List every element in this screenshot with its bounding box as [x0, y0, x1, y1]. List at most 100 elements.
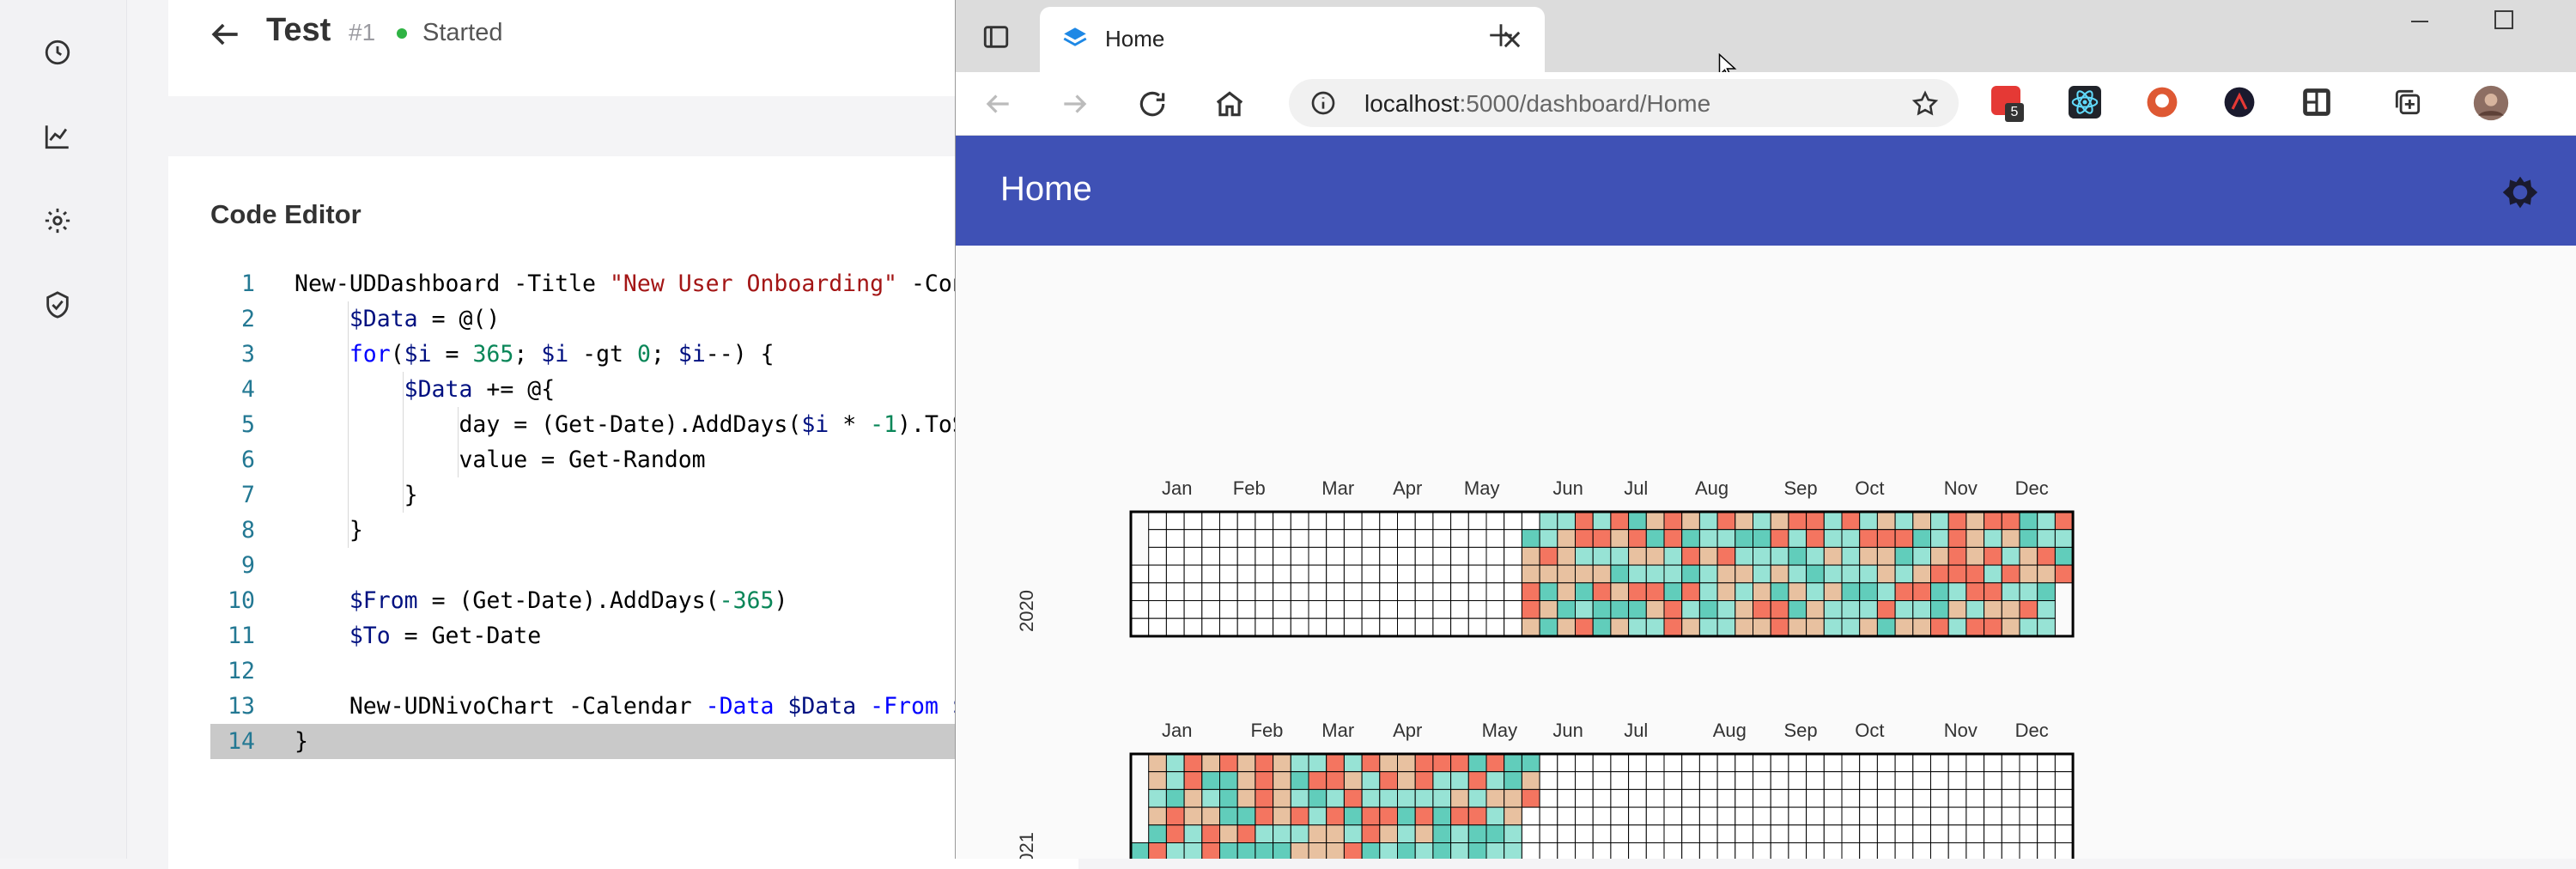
back-icon[interactable]: [981, 88, 1014, 125]
calendar-day-cell: [1290, 806, 1309, 826]
calendar-day-cell: [1201, 617, 1220, 637]
extension-dark-icon[interactable]: [2223, 86, 2256, 123]
calendar-day-cell: [1219, 546, 1238, 566]
calendar-day-cell: [1183, 617, 1203, 637]
tab-actions-icon[interactable]: [981, 22, 1011, 56]
code-line[interactable]: 13 New-UDNivoChart -Calendar -Data $Data…: [210, 689, 1033, 724]
calendar-day-cell: [1148, 564, 1167, 584]
code-line[interactable]: 11 $To = Get-Date: [210, 618, 1033, 653]
calendar-day-cell: [1557, 617, 1576, 637]
calendar-day-cell: [1788, 600, 1807, 619]
code-line[interactable]: 3 for($i = 365; $i -gt 0; $i--) {: [210, 337, 1033, 372]
shield-check-icon[interactable]: [38, 285, 77, 325]
extension-grid-icon[interactable]: [2300, 86, 2333, 123]
calendar-day-cell: [1753, 771, 1771, 790]
home-icon[interactable]: [1213, 88, 1246, 125]
calendar-day-cell: [1201, 564, 1220, 584]
calendar-day-cell: [1130, 582, 1150, 601]
calendar-day-cell: [2001, 824, 2020, 843]
favorite-add-icon[interactable]: [1911, 89, 1940, 123]
calendar-day-cell: [1521, 824, 1540, 843]
calendar-day-cell: [1930, 788, 1949, 808]
duckduckgo-icon[interactable]: [2146, 86, 2178, 123]
code-editor[interactable]: 1 New-UDDashboard -Title "New User Onboar…: [210, 266, 1033, 764]
code-line[interactable]: 4 $Data += @{: [210, 372, 1033, 407]
site-favicon-icon: [1060, 24, 1090, 58]
calendar-day-cell: [1984, 771, 2002, 790]
calendar-day-cell: [1361, 600, 1381, 619]
calendar-day-cell: [1255, 564, 1274, 584]
code-line[interactable]: 12: [210, 653, 1033, 689]
calendar-day-cell: [1539, 564, 1558, 584]
calendar-day-cell: [1290, 529, 1309, 548]
code-line[interactable]: 2 $Data = @(): [210, 301, 1033, 337]
calendar-day-cell: [1450, 771, 1469, 790]
calendar-day-cell: [1930, 617, 1949, 637]
calendar-day-cell: [1397, 842, 1416, 861]
code-line[interactable]: 9: [210, 548, 1033, 583]
back-arrow-icon[interactable]: [206, 15, 244, 53]
settings-icon[interactable]: [38, 201, 77, 240]
collections-icon[interactable]: [2391, 86, 2424, 123]
indent-guide: [458, 407, 459, 477]
calendar-day-cell: [2054, 842, 2074, 861]
code-line[interactable]: 1 New-UDDashboard -Title "New User Onboar…: [210, 266, 1033, 301]
calendar-day-cell: [1255, 600, 1274, 619]
month-label: Nov: [1944, 477, 1978, 499]
calendar-day-cell: [1255, 511, 1274, 531]
calendar-day-cell: [2019, 842, 2038, 861]
history-icon[interactable]: [38, 33, 77, 72]
calendar-day-cell: [1984, 511, 2002, 531]
new-tab-icon[interactable]: [1486, 21, 1516, 54]
forward-icon[interactable]: [1059, 88, 1091, 125]
code-line[interactable]: 6 value = Get-Random: [210, 442, 1033, 477]
calendar-day-cell: [1361, 617, 1381, 637]
tab-title: Home: [1105, 26, 1165, 52]
address-bar[interactable]: localhost:5000/dashboard/Home: [1289, 79, 1959, 127]
theme-toggle-icon[interactable]: [2501, 173, 2539, 216]
month-label: Mar: [1321, 477, 1354, 499]
calendar-day-cell: [1183, 511, 1203, 531]
react-devtools-icon[interactable]: [2069, 86, 2101, 123]
code-line[interactable]: 7 }: [210, 477, 1033, 513]
site-info-icon[interactable]: [1309, 89, 1337, 121]
minimize-icon[interactable]: [2407, 9, 2433, 39]
page-title: Test: [266, 12, 331, 48]
calendar-day-cell: [1823, 617, 1843, 637]
calendar-day-cell: [1984, 788, 2002, 808]
calendar-day-cell: [1806, 753, 1825, 773]
calendar-day-cell: [2001, 600, 2020, 619]
maximize-icon[interactable]: [2491, 7, 2517, 37]
calendar-day-cell: [1628, 788, 1647, 808]
calendar-day-cell: [1130, 564, 1150, 584]
calendar-day-cell: [1698, 582, 1718, 601]
calendar-day-cell: [1575, 806, 1594, 826]
code-line[interactable]: 14}: [210, 724, 1033, 759]
calendar-day-cell: [1485, 511, 1505, 531]
calendar-day-cell: [1467, 842, 1487, 861]
calendar-day-cell: [2019, 582, 2038, 601]
calendar-day-cell: [1467, 600, 1487, 619]
calendar-day-cell: [1539, 842, 1558, 861]
calendar-day-cell: [1645, 546, 1665, 566]
calendar-day-cell: [1236, 753, 1256, 773]
calendar-day-cell: [1326, 600, 1345, 619]
code-line[interactable]: 10 $From = (Get-Date).AddDays(-365): [210, 583, 1033, 618]
calendar-day-cell: [1201, 788, 1220, 808]
extension-todo-icon[interactable]: 5: [1991, 86, 2026, 122]
calendar-day-cell: [2037, 529, 2056, 548]
month-label: Jul: [1624, 477, 1648, 499]
calendar-day-cell: [1183, 564, 1203, 584]
calendar-day-cell: [1539, 546, 1558, 566]
chart-icon[interactable]: [38, 117, 77, 156]
calendar-day-cell: [1432, 600, 1452, 619]
calendar-day-cell: [1397, 529, 1416, 548]
calendar-day-cell: [1823, 806, 1843, 826]
browser-tab-home[interactable]: Home: [1040, 7, 1545, 72]
code-line[interactable]: 8 }: [210, 513, 1033, 548]
refresh-icon[interactable]: [1136, 88, 1169, 125]
code-line[interactable]: 5 day = (Get-Date).AddDays($i * -1).ToSt: [210, 407, 1033, 442]
url-text[interactable]: localhost:5000/dashboard/Home: [1364, 90, 1710, 118]
calendar-day-cell: [1645, 842, 1665, 861]
profile-avatar[interactable]: [2472, 84, 2510, 126]
